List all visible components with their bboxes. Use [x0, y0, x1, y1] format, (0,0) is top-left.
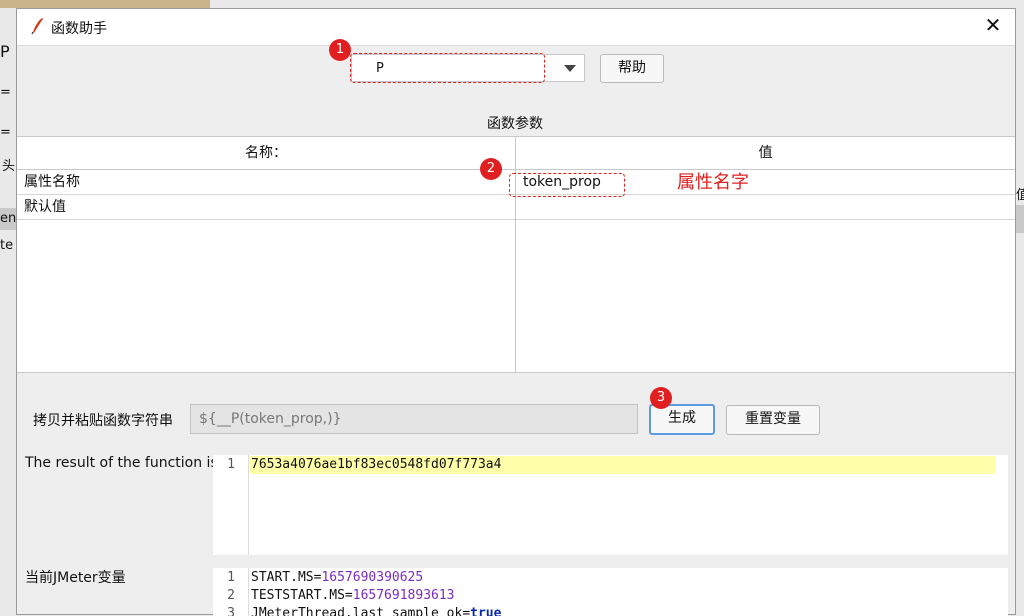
table-row-name[interactable]: 属性名称	[17, 170, 515, 195]
line-number: 1	[227, 457, 235, 472]
background-toolbar	[0, 0, 210, 8]
background-fragment: 值	[1016, 188, 1024, 203]
dialog-title: 函数助手	[51, 21, 107, 37]
annotation-text: 属性名字	[677, 172, 749, 193]
var-line: START.MS=1657690390625	[251, 570, 423, 585]
params-table: 名称： 值 属性名称 token_prop 默认值 2 属性名字	[17, 136, 1015, 373]
background-fragment: 头	[2, 159, 16, 174]
function-helper-dialog: 函数助手 ✕ P 1 帮助 函数参数 名称： 值 属性名称 token_prop…	[16, 8, 1016, 616]
jmeter-vars-label: 当前JMeter变量	[25, 570, 126, 586]
step-badge-1: 1	[329, 39, 351, 61]
table-row-value[interactable]	[516, 195, 1015, 220]
line-number: 2	[227, 588, 235, 603]
feather-icon	[31, 18, 43, 35]
background-fragment: P	[0, 42, 10, 61]
close-icon[interactable]: ✕	[981, 13, 1005, 37]
background-fragment: te	[0, 238, 14, 253]
annotation-box-selector	[350, 53, 545, 83]
column-header-name: 名称：	[17, 137, 515, 170]
background-side-strip	[1016, 205, 1024, 233]
table-row-name[interactable]: 默认值	[17, 195, 515, 220]
step-badge-3: 3	[650, 387, 672, 409]
result-editor[interactable]: 1 7653a4076ae1bf83ec0548fd07f773a4	[213, 455, 1008, 555]
var-key: START.MS=	[251, 570, 322, 585]
result-label: The result of the function is	[25, 455, 218, 471]
background-fragment: =	[0, 85, 11, 100]
title-bar: 函数助手 ✕	[17, 9, 1015, 46]
params-section-label: 函数参数	[487, 116, 543, 132]
background-fragment: en	[0, 208, 16, 230]
result-value: 7653a4076ae1bf83ec0548fd07f773a4	[251, 457, 502, 472]
help-button[interactable]: 帮助	[600, 54, 664, 83]
line-number-gutter: 1 2 3	[213, 568, 249, 616]
reset-variables-button[interactable]: 重置变量	[726, 405, 820, 435]
step-badge-2: 2	[480, 158, 502, 180]
column-header-value: 值	[516, 137, 1015, 170]
var-value: 1657691893613	[352, 588, 455, 603]
var-key: TESTSTART.MS=	[251, 588, 353, 603]
jmeter-vars-editor[interactable]: 1 2 3 START.MS=1657690390625 TESTSTART.M…	[213, 568, 1008, 616]
annotation-box-value	[509, 173, 625, 197]
background-fragment: =	[0, 125, 11, 140]
line-number: 1	[227, 570, 235, 585]
function-string-field[interactable]: ${__P(token_prop,)}	[190, 404, 638, 434]
line-number-gutter: 1	[213, 455, 249, 555]
chevron-down-icon[interactable]	[564, 65, 576, 72]
var-value: 1657690390625	[321, 570, 424, 585]
copy-string-label: 拷贝并粘贴函数字符串	[33, 413, 173, 429]
var-line: TESTSTART.MS=1657691893613	[251, 588, 455, 603]
